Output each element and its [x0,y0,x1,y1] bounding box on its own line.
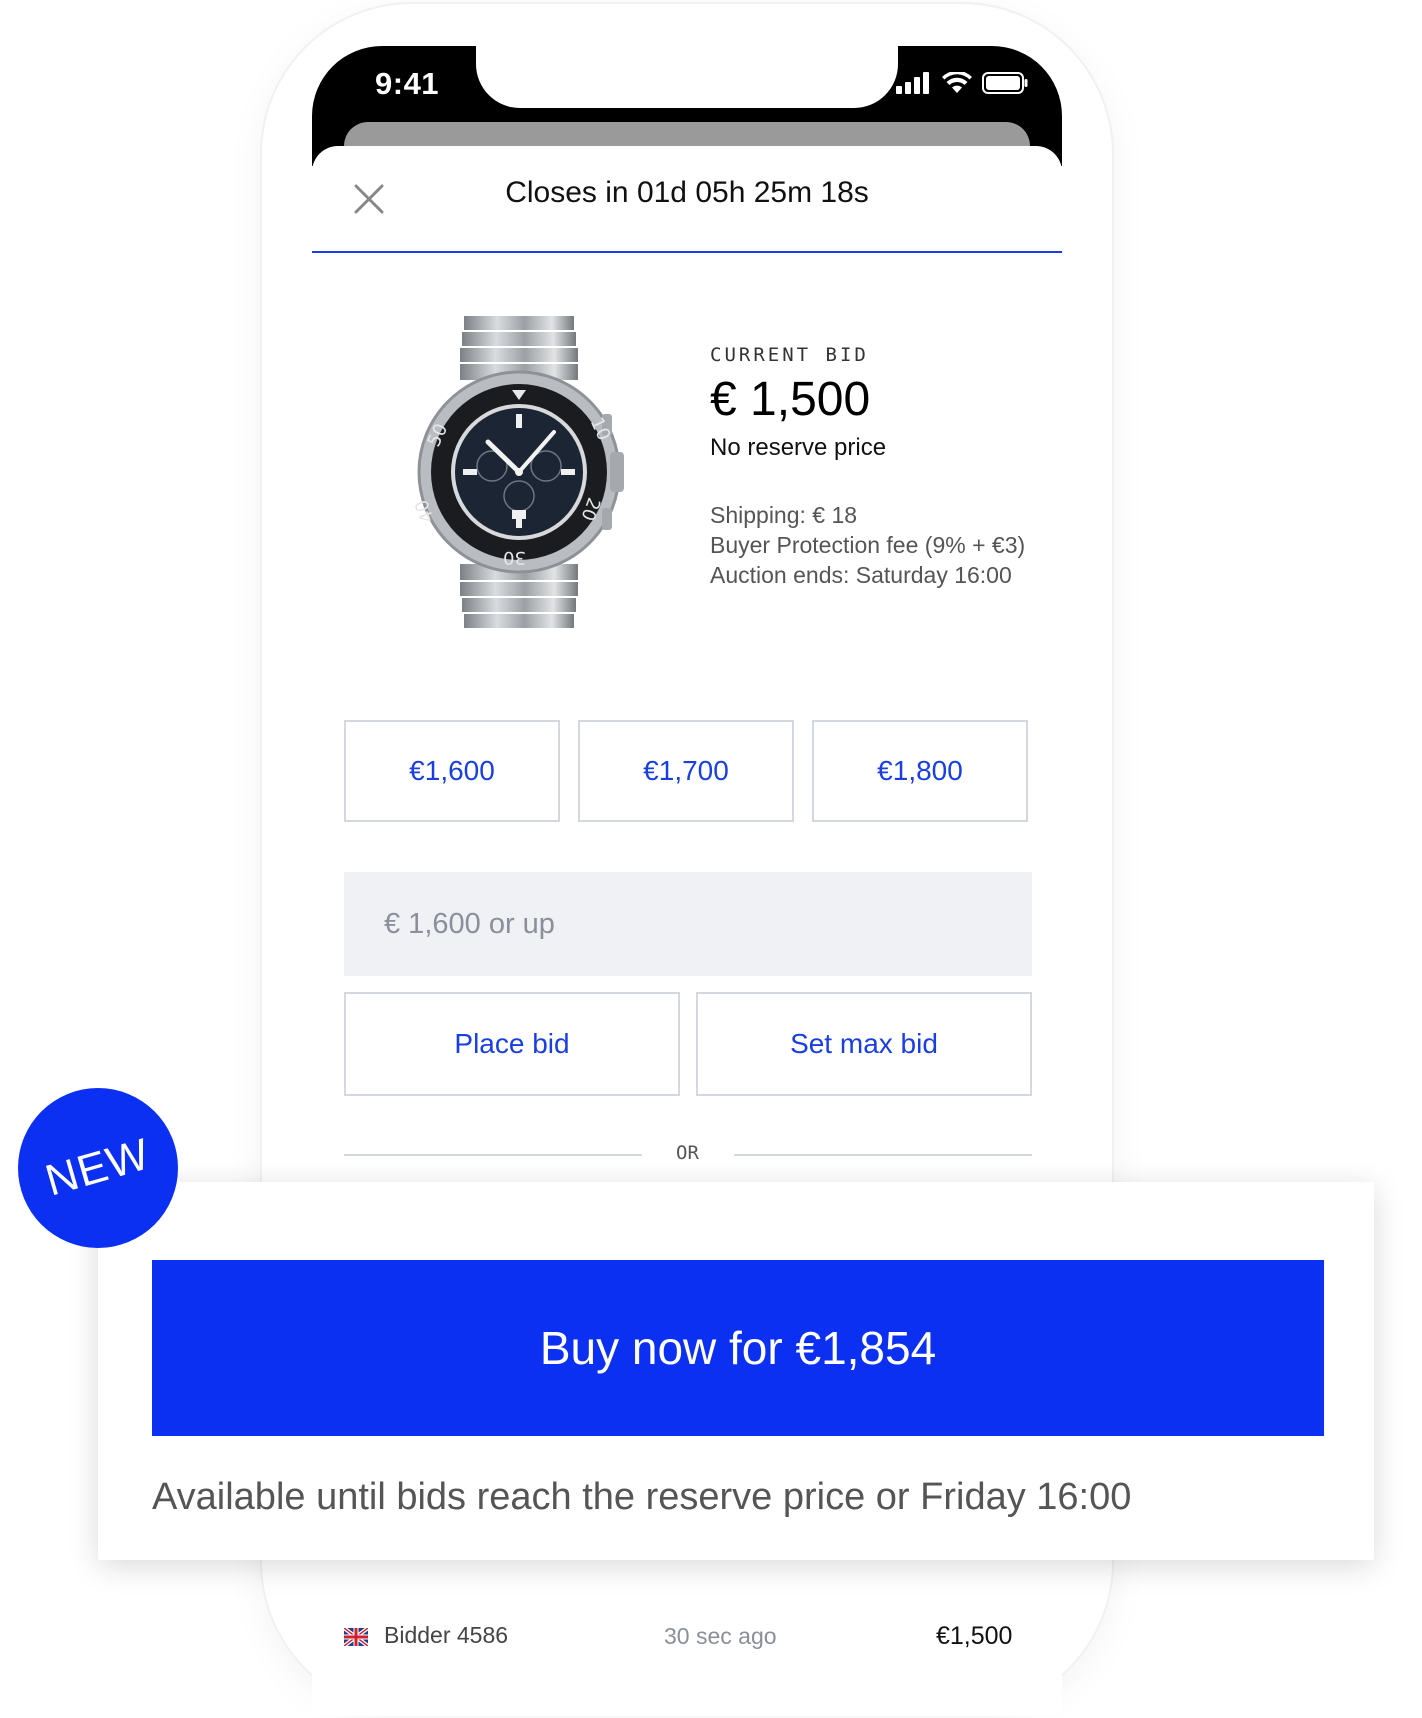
countdown-title: Closes in 01d 05h 25m 18s [505,176,869,209]
or-divider-right [734,1154,1032,1156]
new-badge: NEW [18,1088,178,1248]
battery-icon [982,72,1028,94]
or-divider-text: OR [676,1142,699,1164]
quick-bid-button-1[interactable]: €1,600 [344,720,560,822]
current-bid-value: € 1,500 [710,373,871,426]
set-max-bid-button[interactable]: Set max bid [696,992,1032,1096]
current-bid-label: CURRENT BID [710,344,869,366]
phone-notch [476,46,898,108]
bid-amount-input[interactable] [344,872,1032,976]
buyer-protection-text: Buyer Protection fee (9% + €3) [710,532,1026,558]
bidder-name: Bidder 4586 [384,1622,509,1648]
quick-bid-button-2[interactable]: €1,700 [578,720,794,822]
header-divider [312,251,1062,253]
wifi-icon [942,72,972,93]
bid-amount: €1,500 [936,1622,1013,1650]
buy-now-button[interactable]: Buy now for €1,854 [152,1260,1324,1436]
place-bid-button[interactable]: Place bid [344,992,680,1096]
buy-now-availability-note: Available until bids reach the reserve p… [152,1476,1132,1518]
svg-text:30: 30 [503,547,526,568]
reserve-price-text: No reserve price [710,434,887,461]
shipping-text: Shipping: € 18 [710,502,858,528]
or-divider-left [344,1154,642,1156]
status-bar-time: 9:41 [375,66,440,101]
bid-time: 30 sec ago [664,1623,777,1649]
uk-flag-icon [344,1628,368,1646]
bid-history-row: Bidder 4586 30 sec ago €1,500 [344,1620,1024,1660]
auction-ends-text: Auction ends: Saturday 16:00 [710,562,1012,588]
status-icons [896,72,1028,94]
auction-details: Shipping: € 18 Buyer Protection fee (9% … [710,500,1030,590]
new-badge-label: NEW [40,1129,156,1206]
wristwatch-icon: 50 40 30 20 10 [412,316,624,628]
cellular-signal-icon [896,72,929,94]
quick-bid-button-3[interactable]: €1,800 [812,720,1028,822]
